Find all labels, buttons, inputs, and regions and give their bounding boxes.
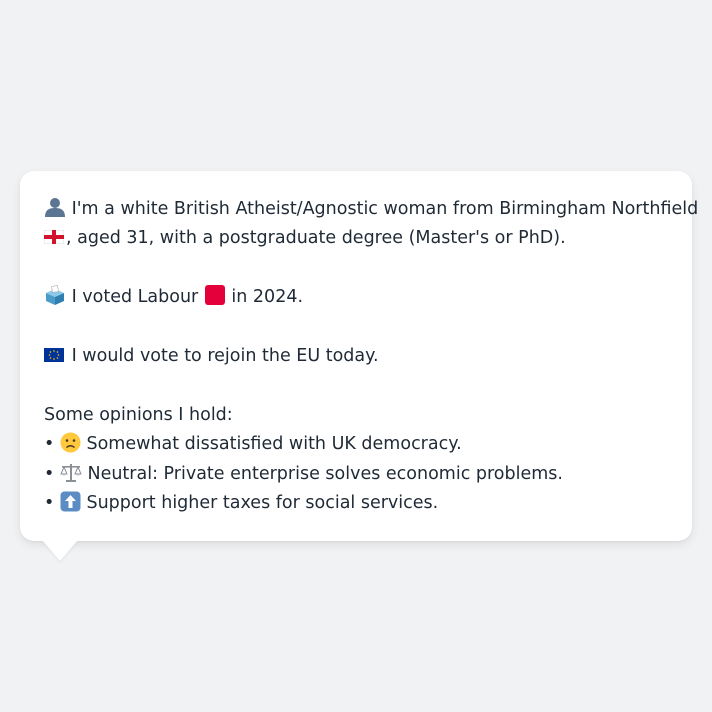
opinion-item: • Neutral: Private enterprise solves eco…: [44, 460, 668, 489]
intro-text-1: I'm a white British Atheist/Agnostic wom…: [71, 199, 699, 219]
speech-bubble-tail: [42, 540, 78, 561]
eu-line: I would vote to rejoin the EU today.: [44, 342, 668, 371]
bullet: •: [44, 493, 55, 514]
profile-speech-bubble: I'm a white British Atheist/Agnostic wom…: [20, 171, 698, 541]
intro-text-2: , aged 31, with a postgraduate degree (M…: [66, 228, 566, 249]
eu-flag-icon: [44, 346, 66, 366]
up-arrow-icon: [60, 491, 81, 513]
intro-line-1: I'm a white British Atheist/Agnostic wom…: [44, 195, 698, 224]
opinion-item: • Support higher taxes for social servic…: [44, 489, 668, 518]
intro-line-2: , aged 31, with a postgraduate degree (M…: [44, 224, 668, 253]
bullet: •: [44, 434, 55, 455]
bust-in-silhouette-icon: [44, 198, 66, 219]
england-flag-icon: [44, 228, 66, 248]
balance-scale-icon: [60, 463, 82, 484]
bullet: •: [44, 463, 55, 484]
opinions-heading: Some opinions I hold:: [44, 404, 233, 425]
opinion-text: Somewhat dissatisfied with UK democracy.: [86, 434, 462, 455]
vote-prefix: I voted Labour: [71, 287, 199, 308]
slightly-frowning-face-icon: [60, 432, 81, 454]
vote-line: I voted Labour in 2024.: [44, 283, 668, 312]
opinion-text: Neutral: Private enterprise solves econo…: [87, 463, 563, 484]
opinion-item: • Somewhat dissatisfied with UK democrac…: [44, 430, 668, 459]
eu-text: I would vote to rejoin the EU today.: [71, 346, 379, 366]
labour-red-square-icon: [204, 285, 225, 306]
vote-suffix: in 2024.: [231, 287, 304, 308]
ballot-box-icon: [44, 285, 66, 307]
opinion-text: Support higher taxes for social services…: [86, 493, 439, 514]
